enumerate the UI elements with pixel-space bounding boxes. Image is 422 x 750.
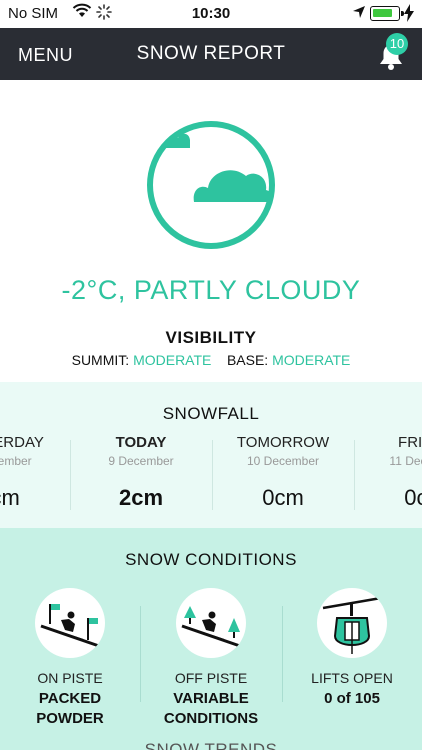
snow-trends-title: SNOW TRENDS <box>144 740 278 750</box>
day-name: YESTERDAY <box>0 434 44 451</box>
condition-caption: OFF PISTE <box>174 670 248 686</box>
condition-caption: ON PISTE <box>37 670 103 686</box>
snowfall-day[interactable]: FRIDAY 11 December 0cm <box>355 434 422 511</box>
notification-badge[interactable]: 10 <box>386 33 408 55</box>
day-amount: 2cm <box>118 485 164 510</box>
day-amount: 1cm <box>0 485 20 510</box>
on-piste-skier-icon <box>35 588 105 658</box>
temperature-summary: -2°C, PARTLY CLOUDY <box>61 275 361 305</box>
status-bar: No SIM 10:30 <box>0 0 422 28</box>
off-piste-skier-icon <box>176 588 246 658</box>
snowfall-title: SNOWFALL <box>162 404 260 423</box>
day-date: 8 December <box>0 454 32 468</box>
day-name: FRIDAY <box>398 434 422 451</box>
snowfall-day[interactable]: TODAY 9 December 2cm <box>71 434 211 511</box>
condition-value-line: POWDER <box>36 710 104 727</box>
partly-cloudy-icon <box>136 118 286 258</box>
battery-icon <box>370 6 404 21</box>
snowfall-section[interactable]: SNOWFALL YESTERDAY 8 December 1cm TODAY … <box>0 382 422 528</box>
charging-bolt-icon <box>404 4 414 27</box>
day-amount: 0cm <box>262 485 304 510</box>
day-date: 10 December <box>246 454 320 468</box>
condition-value-line: VARIABLE <box>173 690 249 707</box>
condition-off-piste: OFF PISTE VARIABLE CONDITIONS <box>141 588 281 729</box>
condition-value-line: 0 of 105 <box>324 690 380 707</box>
condition-value: PACKED POWDER <box>0 689 140 729</box>
day-name: TOMORROW <box>236 434 330 451</box>
condition-on-piste: ON PISTE PACKED POWDER <box>0 588 140 729</box>
summit-label: SUMMIT: <box>71 352 130 368</box>
visibility-row: SUMMIT: MODERATE BASE: MODERATE <box>0 352 422 368</box>
condition-value: VARIABLE CONDITIONS <box>141 689 281 729</box>
day-date: 9 December <box>108 454 174 468</box>
day-name: TODAY <box>115 434 167 451</box>
page-title: SNOW REPORT <box>136 43 286 64</box>
snow-conditions-section: SNOW CONDITIONS ON PISTE PACKED POWDER O… <box>0 528 422 750</box>
day-date: 11 December <box>389 454 422 468</box>
snow-conditions-title: SNOW CONDITIONS <box>125 550 297 569</box>
condition-caption: LIFTS OPEN <box>311 670 393 686</box>
base-value: MODERATE <box>272 352 351 368</box>
nav-bar: MENU SNOW REPORT 10 <box>0 28 422 80</box>
condition-value-line: PACKED <box>38 690 102 707</box>
location-arrow-icon <box>352 5 366 24</box>
weather-section: -2°C, PARTLY CLOUDY VISIBILITY SUMMIT: M… <box>0 80 422 382</box>
day-amount: 0cm <box>404 485 422 510</box>
base-label: BASE: <box>226 352 269 368</box>
snowfall-day[interactable]: TOMORROW 10 December 0cm <box>213 434 353 511</box>
visibility-title: VISIBILITY <box>165 328 257 347</box>
condition-value: 0 of 105 <box>282 689 422 709</box>
condition-value-line: CONDITIONS <box>163 710 259 727</box>
summit-value: MODERATE <box>133 352 212 368</box>
snowfall-day[interactable]: YESTERDAY 8 December 1cm <box>0 434 69 511</box>
cable-car-icon <box>317 588 387 658</box>
condition-lifts: LIFTS OPEN 0 of 105 <box>282 588 422 709</box>
